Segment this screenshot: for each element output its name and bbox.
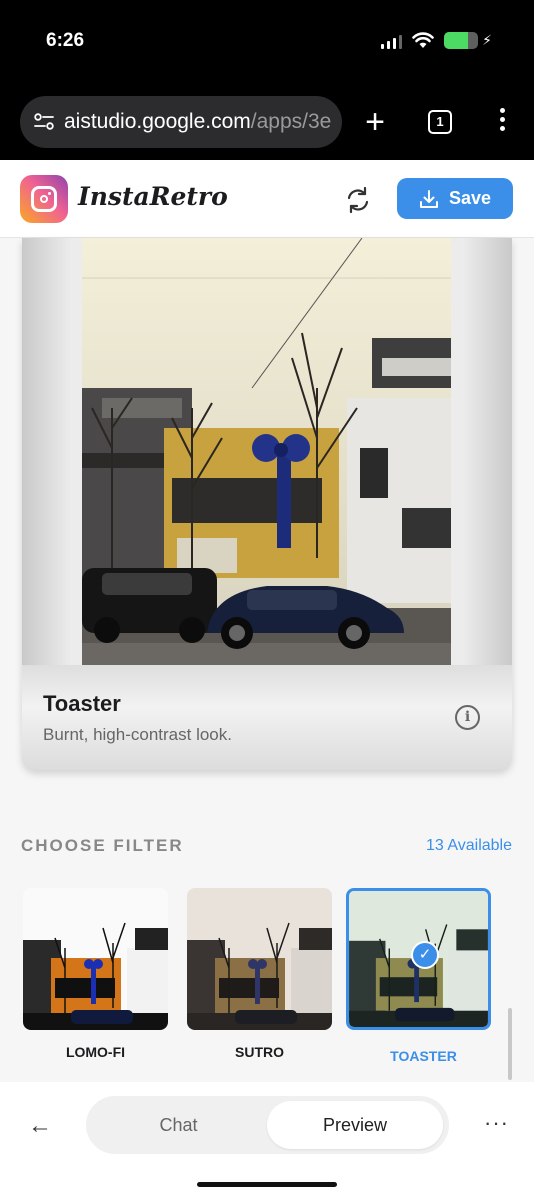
view-toggle: Chat Preview bbox=[86, 1096, 449, 1154]
current-filter-name: Toaster bbox=[43, 691, 121, 716]
status-icons: ⚡ bbox=[381, 32, 492, 49]
new-tab-icon[interactable]: + bbox=[360, 102, 390, 142]
scrollbar[interactable] bbox=[508, 1008, 512, 1080]
filter-thumb-lomo-fi[interactable] bbox=[23, 888, 168, 1030]
preview-card: Toaster Burnt, high-contrast look. i bbox=[22, 238, 512, 770]
current-filter-description: Burnt, high-contrast look. bbox=[43, 725, 232, 744]
site-settings-icon[interactable] bbox=[34, 113, 54, 131]
tab-preview[interactable]: Preview bbox=[267, 1101, 443, 1149]
save-label: Save bbox=[448, 188, 492, 208]
filter-thumb-toaster[interactable]: ✓ bbox=[346, 888, 491, 1030]
info-icon[interactable]: i bbox=[455, 705, 480, 730]
browser-menu-icon[interactable] bbox=[490, 108, 514, 138]
charging-bolt-icon: ⚡ bbox=[482, 32, 492, 48]
wifi-icon bbox=[412, 32, 434, 48]
filter-label-toaster[interactable]: TOASTER bbox=[351, 1048, 496, 1064]
address-bar[interactable]: aistudio.google.com/apps/3e bbox=[20, 96, 342, 148]
more-options-icon[interactable]: ··· bbox=[484, 1110, 509, 1136]
app-title: InstaRetro bbox=[78, 182, 228, 211]
filter-label-sutro[interactable]: SUTRO bbox=[187, 1044, 332, 1060]
status-bar: 6:26 ⚡ bbox=[0, 0, 534, 88]
instagram-logo-icon bbox=[20, 175, 68, 223]
cellular-signal-icon bbox=[381, 33, 403, 49]
url-text: aistudio.google.com/apps/3e bbox=[64, 110, 331, 134]
tab-switcher-button[interactable]: 1 bbox=[428, 110, 452, 134]
save-button[interactable]: Save bbox=[397, 178, 513, 219]
status-time: 6:26 bbox=[46, 30, 85, 51]
app-header: InstaRetro Save bbox=[0, 160, 534, 238]
browser-toolbar: aistudio.google.com/apps/3e + 1 bbox=[0, 88, 534, 160]
filter-thumb-image bbox=[187, 888, 332, 1030]
download-icon bbox=[419, 189, 438, 208]
battery-icon bbox=[444, 32, 479, 49]
selected-check-icon: ✓ bbox=[411, 941, 439, 969]
home-indicator bbox=[197, 1182, 337, 1187]
filters-available-count[interactable]: 13 Available bbox=[426, 837, 512, 855]
back-arrow-icon[interactable]: ← bbox=[28, 1112, 52, 1140]
filter-info-panel: Toaster Burnt, high-contrast look. i bbox=[22, 665, 512, 770]
filter-thumb-sutro[interactable] bbox=[187, 888, 332, 1030]
refresh-button[interactable] bbox=[340, 182, 376, 218]
url-path: /apps/3e bbox=[250, 110, 332, 133]
filter-thumb-image bbox=[23, 888, 168, 1030]
filter-label-lomo-fi[interactable]: LOMO-FI bbox=[23, 1044, 168, 1060]
choose-filter-heading: CHOOSE FILTER bbox=[21, 836, 184, 855]
preview-image bbox=[82, 238, 451, 665]
url-host: aistudio.google.com bbox=[64, 110, 251, 133]
tab-chat[interactable]: Chat bbox=[96, 1101, 261, 1149]
refresh-icon bbox=[347, 186, 369, 214]
